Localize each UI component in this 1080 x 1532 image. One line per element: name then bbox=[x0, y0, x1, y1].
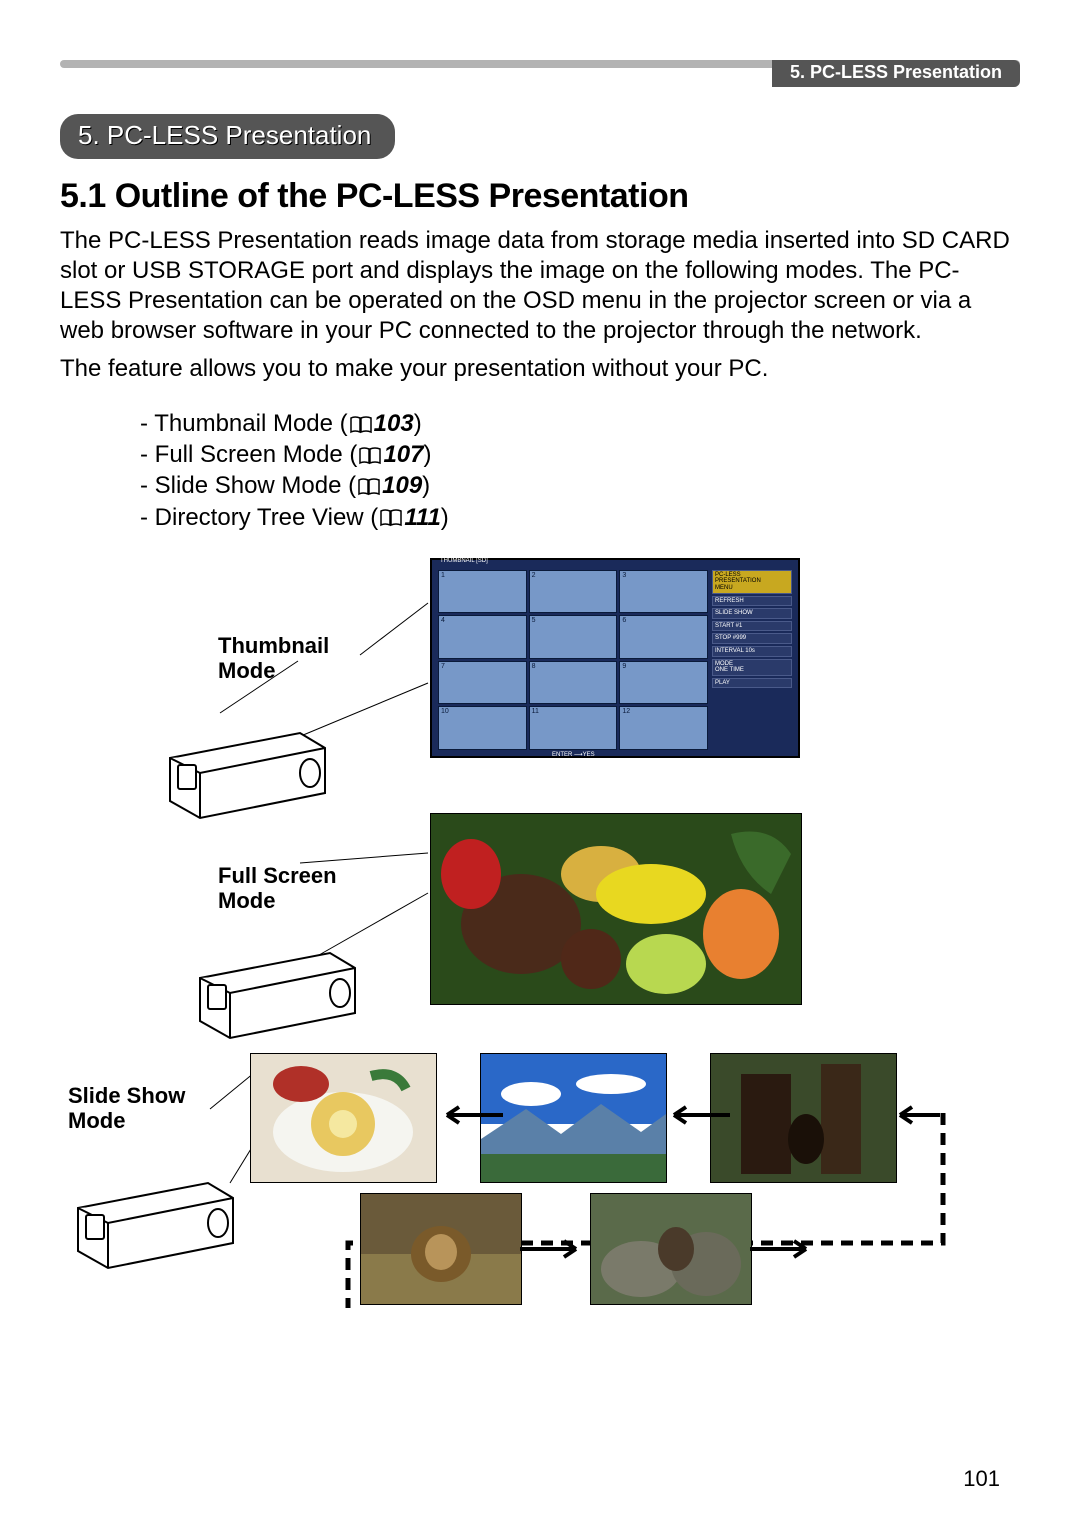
mode-diagram: Thumbnail Mode Full Screen Mode Slide Sh… bbox=[60, 553, 1020, 1393]
slideshow-image-lion bbox=[360, 1193, 522, 1305]
thumb-cell: 6 bbox=[619, 615, 708, 659]
mode-item-directory: - Directory Tree View (111) bbox=[140, 502, 1020, 533]
osd-item: MODE ONE TIME bbox=[712, 659, 792, 676]
mode-label: Slide Show Mode bbox=[155, 472, 342, 499]
thumb-cell: 11 bbox=[529, 706, 618, 750]
intro-paragraph-2: The feature allows you to make your pres… bbox=[60, 354, 1020, 384]
mode-label: Thumbnail Mode bbox=[154, 410, 333, 437]
thumb-cell: 5 bbox=[529, 615, 618, 659]
thumb-cell: 8 bbox=[529, 661, 618, 705]
osd-item: PC-LESS PRESENTATION MENU bbox=[712, 570, 792, 594]
osd-title: THUMBNAIL [SD] bbox=[440, 558, 488, 564]
book-icon bbox=[380, 509, 402, 527]
projector-icon bbox=[160, 703, 330, 823]
page-header: 5. PC-LESS Presentation bbox=[60, 60, 1020, 84]
diagram-label-slideshow: Slide Show Mode bbox=[68, 1083, 185, 1134]
book-icon bbox=[358, 478, 380, 496]
mode-label: Full Screen Mode bbox=[155, 441, 343, 468]
mode-list: - Thumbnail Mode (103) - Full Screen Mod… bbox=[140, 408, 1020, 533]
page-ref: 111 bbox=[404, 504, 440, 531]
book-icon bbox=[359, 447, 381, 465]
osd-item: SLIDE SHOW bbox=[712, 608, 792, 619]
mode-item-slideshow: - Slide Show Mode (109) bbox=[140, 470, 1020, 501]
osd-item: PLAY bbox=[712, 678, 792, 689]
thumb-cell: 10 bbox=[438, 706, 527, 750]
diagram-label-fullscreen: Full Screen Mode bbox=[218, 863, 337, 914]
osd-item: START #1 bbox=[712, 621, 792, 632]
thumb-cell: 2 bbox=[529, 570, 618, 614]
thumbnail-osd-screen: 1 2 3 4 5 6 7 8 9 10 11 12 PC-LESS PRESE… bbox=[430, 558, 800, 758]
mode-item-fullscreen: - Full Screen Mode (107) bbox=[140, 439, 1020, 470]
osd-item: STOP #999 bbox=[712, 633, 792, 644]
thumbnail-grid: 1 2 3 4 5 6 7 8 9 10 11 12 bbox=[438, 570, 708, 750]
document-page: 5. PC-LESS Presentation 5. PC-LESS Prese… bbox=[0, 0, 1080, 1532]
fullscreen-sample-image bbox=[430, 813, 802, 1005]
thumb-cell: 9 bbox=[619, 661, 708, 705]
book-icon bbox=[350, 416, 372, 434]
page-ref: 103 bbox=[374, 410, 414, 437]
arrow-right-icon bbox=[750, 1239, 820, 1259]
projector-icon bbox=[68, 1153, 238, 1273]
osd-item: REFRESH bbox=[712, 596, 792, 607]
osd-item: INTERVAL 10s bbox=[712, 646, 792, 657]
osd-footer: ENTER ⟶YES bbox=[552, 751, 595, 758]
diagram-label-thumbnail: Thumbnail Mode bbox=[218, 633, 329, 684]
mode-item-thumbnail: - Thumbnail Mode (103) bbox=[140, 408, 1020, 439]
header-breadcrumb: 5. PC-LESS Presentation bbox=[772, 60, 1020, 87]
projector-icon bbox=[190, 923, 360, 1043]
section-heading: 5.1 Outline of the PC-LESS Presentation bbox=[60, 177, 1020, 216]
arrow-right-icon bbox=[520, 1239, 590, 1259]
thumb-cell: 1 bbox=[438, 570, 527, 614]
page-number: 101 bbox=[963, 1466, 1000, 1492]
mode-label: Directory Tree View bbox=[155, 504, 364, 531]
thumb-cell: 4 bbox=[438, 615, 527, 659]
osd-side-menu: PC-LESS PRESENTATION MENU REFRESH SLIDE … bbox=[712, 570, 792, 750]
intro-paragraph-1: The PC-LESS Presentation reads image dat… bbox=[60, 226, 1020, 346]
page-ref: 109 bbox=[382, 472, 422, 499]
thumb-cell: 7 bbox=[438, 661, 527, 705]
page-ref: 107 bbox=[383, 441, 423, 468]
slideshow-image-rocks bbox=[590, 1193, 752, 1305]
thumb-cell: 3 bbox=[619, 570, 708, 614]
thumb-cell: 12 bbox=[619, 706, 708, 750]
section-title-pill: 5. PC-LESS Presentation bbox=[60, 114, 395, 159]
